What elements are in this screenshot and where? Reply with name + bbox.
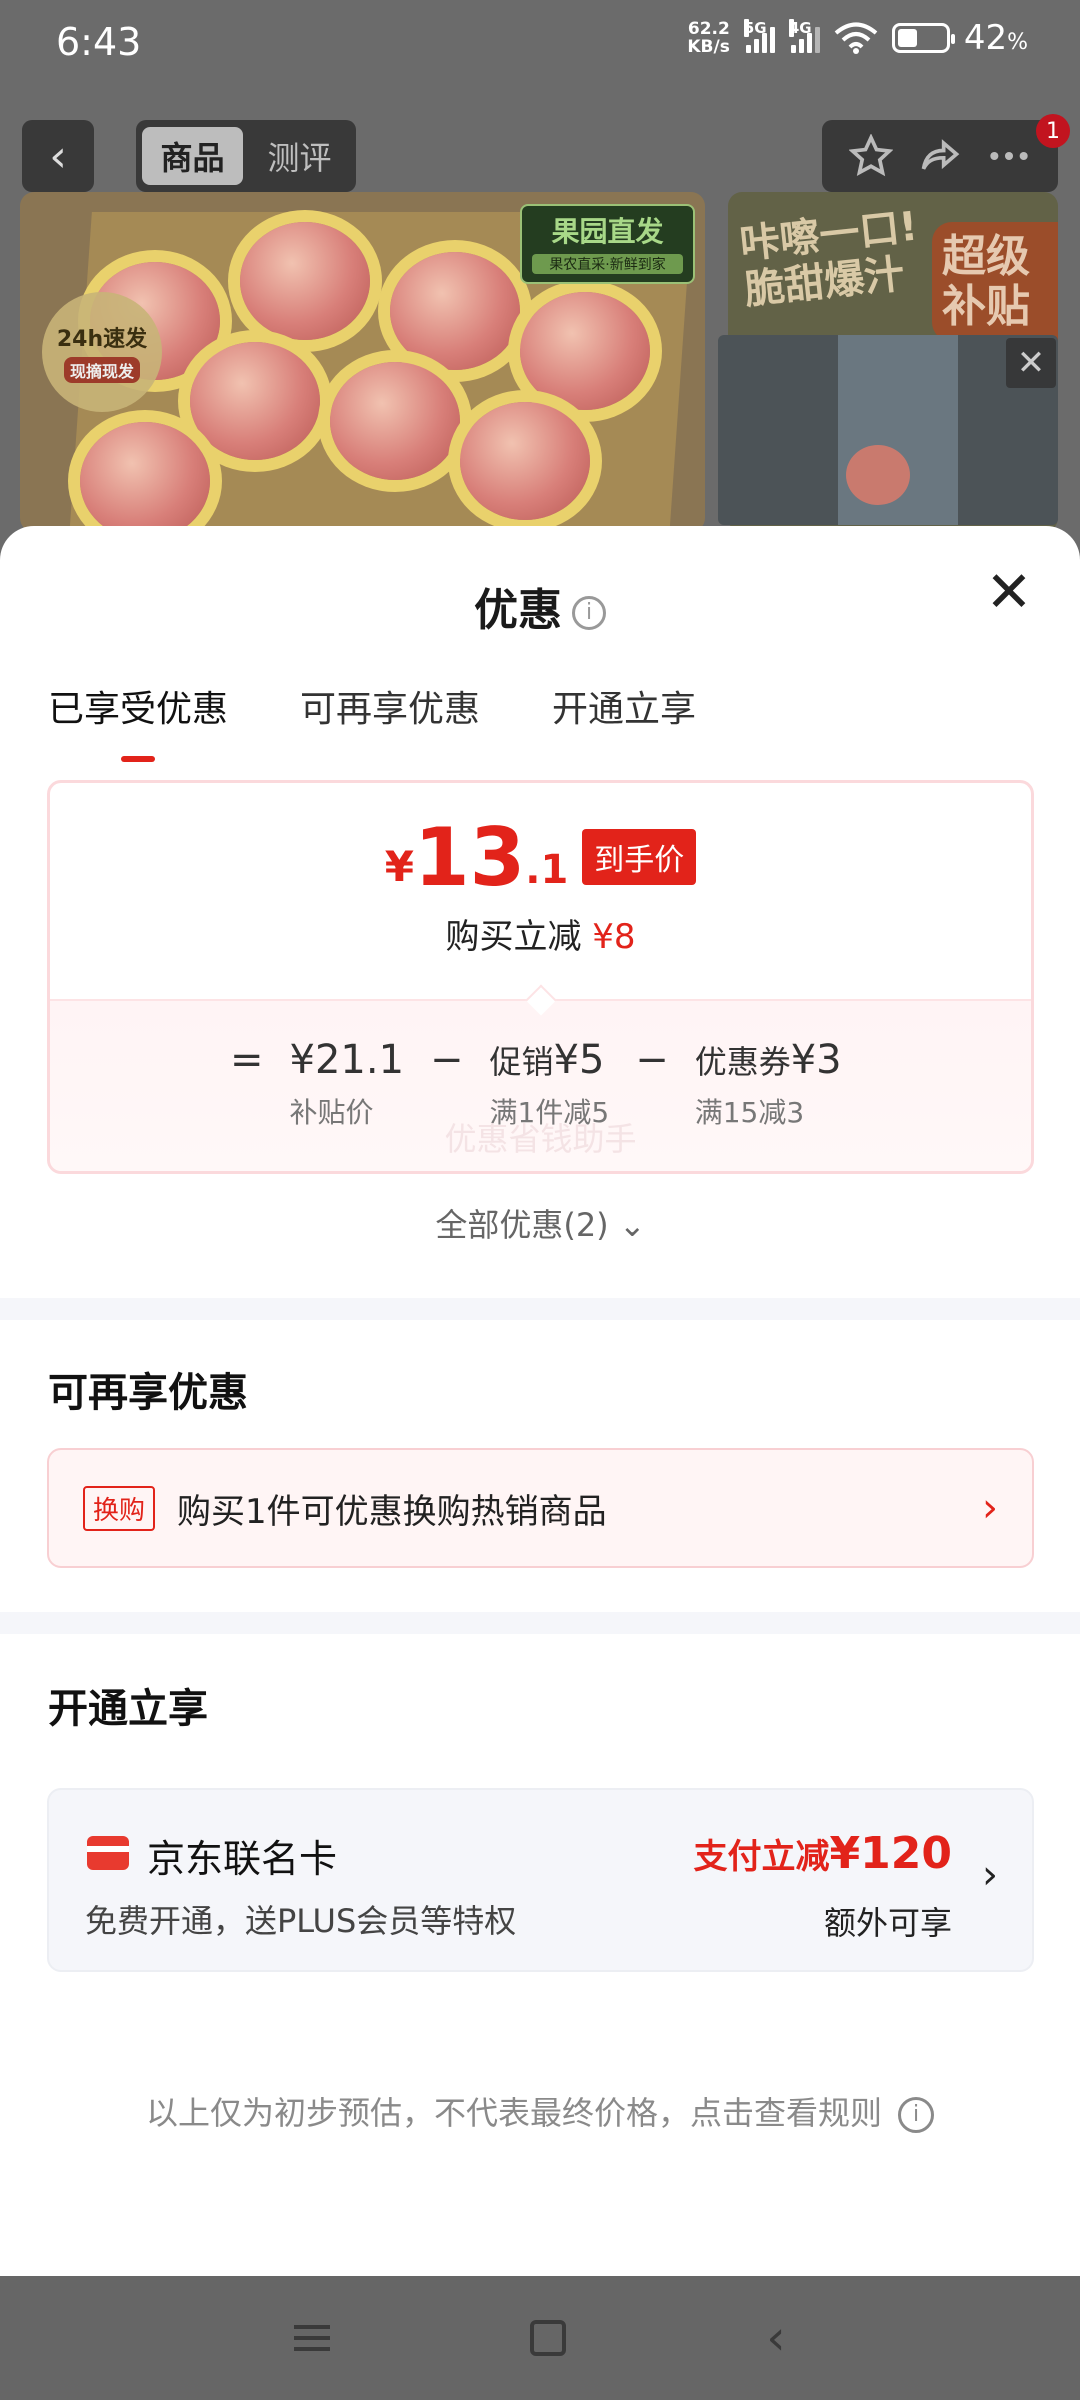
tab-open[interactable]: 开通立享 [552, 680, 696, 762]
extra-benefit: 额外可享 [823, 1904, 952, 1942]
cobrand-card-offer[interactable]: 京东联名卡 免费开通，送PLUS会员等特权 支付立减¥120 额外可享 › [47, 1788, 1034, 1972]
status-icons: 62.2 KB/s 5G 4G 42% [687, 18, 1028, 58]
section-divider [0, 1612, 1080, 1634]
tab-more[interactable]: 可再享优惠 [300, 680, 480, 762]
system-nav-bar: ‹ [0, 2276, 1080, 2400]
battery-percent: 42% [963, 18, 1028, 58]
discount-sheet: 优惠 i ✕ 已享受优惠 可再享优惠 开通立享 ¥ 13 .1 到手价 购买立减 … [0, 526, 1080, 2276]
more-icon[interactable] [987, 134, 1031, 178]
final-price: ¥ 13 .1 到手价 [50, 817, 1031, 899]
info-icon[interactable]: i [572, 596, 606, 630]
peach [846, 445, 910, 505]
chevron-right-icon: › [982, 1852, 998, 1898]
notification-badge: 1 [1036, 114, 1070, 148]
sheet-title: 优惠 i [0, 574, 1080, 638]
status-bar: 6:43 62.2 KB/s 5G 4G 42% [0, 0, 1080, 92]
header-actions: 1 [822, 114, 1070, 192]
swap-text: 购买1件可优惠换购热销商品 [177, 1491, 607, 1532]
peach [240, 222, 370, 340]
orchard-direct-badge: 果园直发 果农直采·新鲜到家 [520, 204, 695, 284]
all-promotions-toggle[interactable]: 全部优惠(2) ⌄ [47, 1200, 1034, 1246]
share-icon[interactable] [918, 134, 962, 178]
purchase-reduction: 购买立减 ¥8 [445, 917, 636, 957]
credit-card-icon [87, 1836, 129, 1870]
super-subsidy-label: 超级补贴 [932, 222, 1058, 342]
peach [330, 362, 460, 480]
video-close-icon[interactable]: ✕ [1006, 338, 1056, 388]
close-icon[interactable]: ✕ [984, 565, 1034, 621]
section-title-more: 可再享优惠 [48, 1370, 248, 1416]
section-title-open: 开通立享 [48, 1686, 208, 1732]
product-tab-switch: 商品 测评 [136, 120, 356, 192]
network-speed: 62.2 KB/s [687, 19, 730, 57]
tab-product[interactable]: 商品 [142, 127, 243, 185]
tab-review[interactable]: 测评 [249, 127, 350, 185]
menu-icon[interactable] [294, 2318, 331, 2358]
chevron-right-icon: › [982, 1485, 998, 1531]
final-price-tag: 到手价 [582, 829, 697, 885]
back-button[interactable]: ‹ [22, 120, 94, 192]
watermark: 优惠省钱助手 [444, 1120, 637, 1158]
signal-4g-icon: 4G [788, 19, 820, 53]
pay-reduction: 支付立减¥120 [693, 1828, 952, 1879]
star-icon[interactable] [848, 134, 893, 178]
peach [520, 292, 650, 410]
swap-tag: 换购 [83, 1485, 156, 1531]
rules-footnote[interactable]: 以上仅为初步预估，不代表最终价格，点击查看规则 i [0, 2088, 1080, 2134]
chevron-down-icon: ⌄ [618, 1206, 646, 1244]
product-main-image[interactable]: 24h速发 现摘现发 果园直发 果农直采·新鲜到家 [20, 192, 705, 532]
swap-offer[interactable]: 换购 购买1件可优惠换购热销商品 › [47, 1448, 1034, 1568]
promo-slogan: 咔嚓一口!脆甜爆汁 [737, 203, 920, 314]
chevron-left-icon: ‹ [49, 130, 67, 182]
card-description: 免费开通，送PLUS会员等特权 [85, 1902, 517, 1940]
card-name: 京东联名卡 [147, 1837, 338, 1881]
status-time: 6:43 [56, 20, 142, 64]
section-divider [0, 1298, 1080, 1320]
discount-tabs: 已享受优惠 可再享优惠 开通立享 [48, 680, 768, 762]
info-icon: i [898, 2097, 934, 2133]
battery-icon [891, 23, 955, 53]
peach [460, 402, 590, 520]
signal-5g-icon: 5G [743, 19, 775, 53]
peach [80, 422, 210, 532]
fast-shipping-badge: 24h速发 现摘现发 [42, 292, 162, 412]
product-top-nav: ‹ 商品 测评 1 [0, 114, 1080, 192]
home-icon[interactable] [530, 2320, 567, 2356]
tab-enjoyed[interactable]: 已享受优惠 [48, 680, 228, 762]
back-icon[interactable]: ‹ [766, 2310, 785, 2366]
wifi-icon [834, 22, 878, 54]
peach [390, 252, 520, 370]
peach [190, 342, 320, 460]
